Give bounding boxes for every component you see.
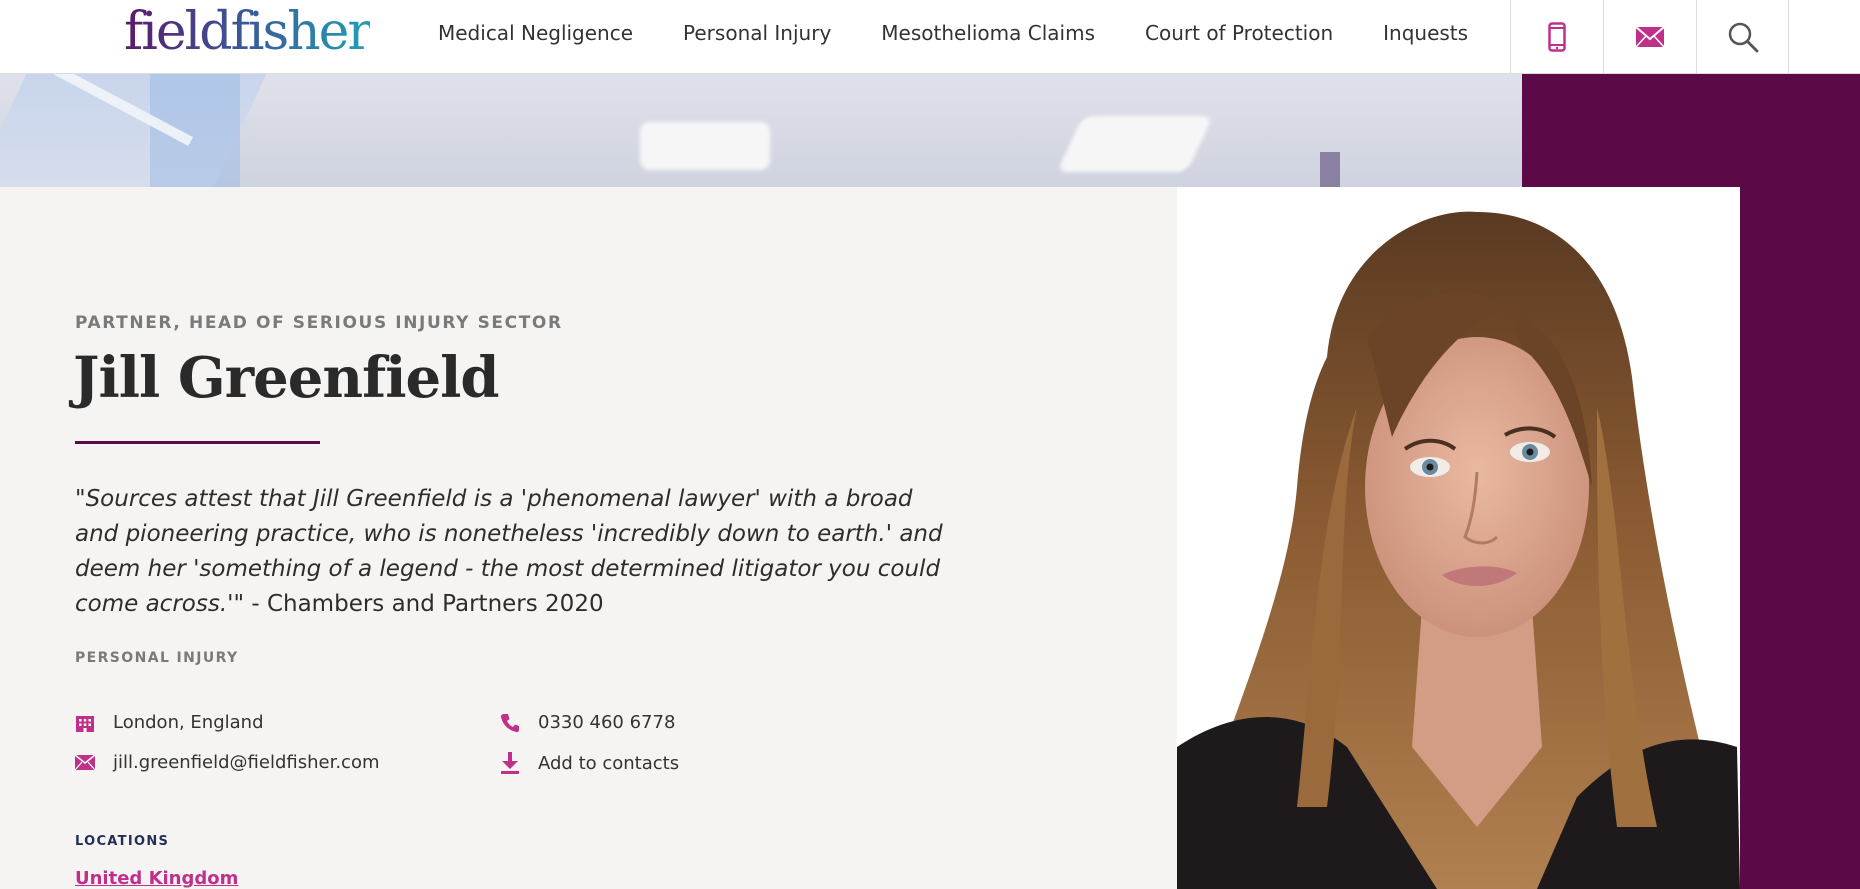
phone-button[interactable] <box>1510 0 1603 74</box>
office-location: London, England <box>75 712 264 733</box>
building-icon <box>75 713 113 733</box>
person-name: Jill Greenfield <box>73 345 500 411</box>
main-nav: Medical Negligence Personal Injury Mesot… <box>438 0 1518 66</box>
office-location-text: London, England <box>113 712 264 733</box>
hero-banner-image <box>0 74 1522 187</box>
phone-icon <box>500 713 538 733</box>
nav-mesothelioma-claims[interactable]: Mesothelioma Claims <box>881 21 1095 45</box>
add-to-contacts-text: Add to contacts <box>538 752 680 774</box>
search-icon <box>1728 22 1758 53</box>
phone-contact[interactable]: 0330 460 6778 <box>500 712 675 733</box>
search-button[interactable] <box>1696 0 1789 74</box>
portrait-photo <box>1177 187 1740 889</box>
job-title: PARTNER, HEAD OF SERIOUS INJURY SECTOR <box>75 313 563 333</box>
nav-medical-negligence[interactable]: Medical Negligence <box>438 21 633 45</box>
nav-court-of-protection[interactable]: Court of Protection <box>1145 21 1333 45</box>
envelope-icon <box>1635 26 1665 48</box>
email-button[interactable] <box>1603 0 1696 74</box>
fieldfisher-logo[interactable]: fieldfisher <box>124 0 372 62</box>
nav-inquests[interactable]: Inquests <box>1383 21 1468 45</box>
envelope-icon <box>75 755 113 770</box>
testimonial-quote: "Sources attest that Jill Greenfield is … <box>75 482 955 622</box>
title-divider <box>75 441 320 444</box>
portrait-illustration <box>1177 187 1740 889</box>
locations-heading: LOCATIONS <box>75 834 170 849</box>
nav-personal-injury[interactable]: Personal Injury <box>683 21 831 45</box>
quote-source: - Chambers and Partners 2020 <box>244 591 604 617</box>
mobile-phone-icon <box>1548 22 1566 52</box>
practice-area: PERSONAL INJURY <box>75 650 239 666</box>
email-address-text: jill.greenfield@fieldfisher.com <box>113 752 380 773</box>
add-to-contacts-link[interactable]: Add to contacts <box>500 752 679 774</box>
location-link-united-kingdom[interactable]: United Kingdom <box>75 868 238 889</box>
email-contact[interactable]: jill.greenfield@fieldfisher.com <box>75 752 380 773</box>
phone-number-text: 0330 460 6778 <box>538 712 676 733</box>
download-icon <box>500 752 538 774</box>
site-header: fieldfisher Medical Negligence Personal … <box>0 0 1860 74</box>
